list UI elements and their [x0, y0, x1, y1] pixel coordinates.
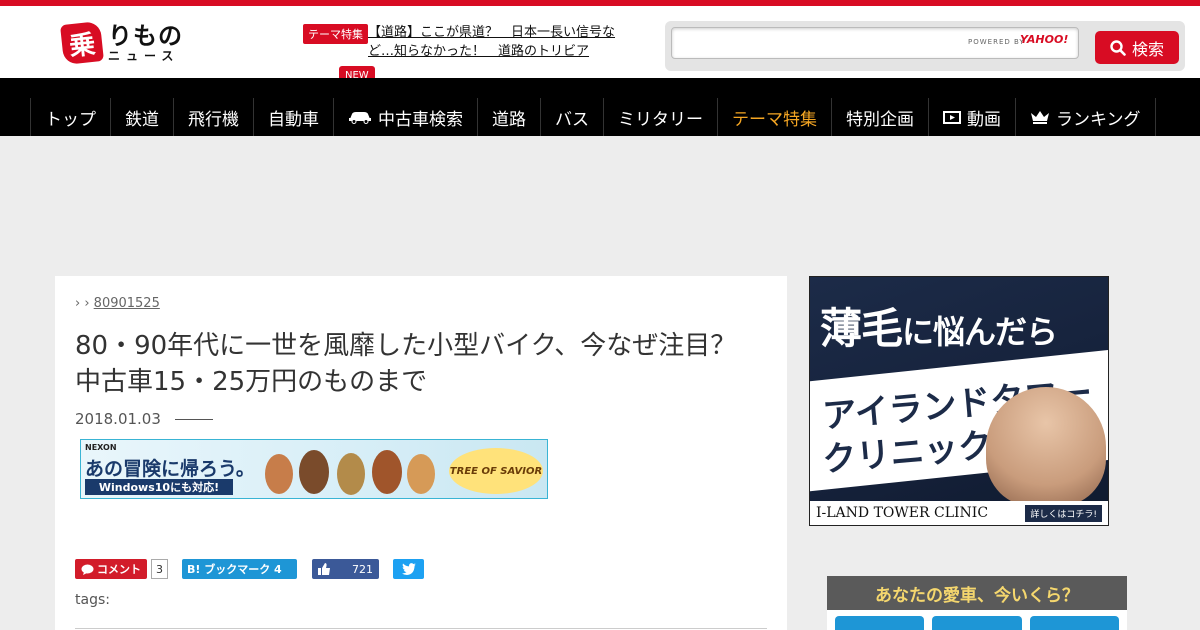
- nav-item-ranking[interactable]: ランキング: [1016, 98, 1156, 136]
- tags-row: tags:: [75, 592, 110, 608]
- nav-item-special[interactable]: 特別企画: [832, 98, 929, 136]
- car-appraisal-tile: [932, 616, 1022, 630]
- clinic-ad-headline: 薄毛に悩んだら: [820, 304, 1058, 353]
- car-appraisal-ad[interactable]: あなたの愛車、今いくら？: [827, 576, 1127, 630]
- breadcrumb-separator: › ›: [75, 296, 90, 311]
- banner-brand: NEXON: [85, 443, 117, 452]
- speech-bubble-icon: [81, 564, 94, 575]
- clinic-ad-name: I-LAND TOWER CLINIC: [816, 505, 989, 521]
- crown-icon: [1031, 111, 1049, 124]
- site-logo[interactable]: 乗 りもの ニュース: [60, 18, 183, 68]
- video-icon: [943, 111, 961, 124]
- search-icon: [1110, 39, 1126, 56]
- theme-badge: テーマ特集: [303, 24, 368, 44]
- divider: [75, 628, 767, 629]
- powered-by-label: POWERED BY: [968, 38, 1025, 46]
- banner-subtext: Windows10にも対応!: [85, 479, 233, 495]
- logo-line1: りもの: [108, 22, 183, 50]
- comment-count: 3: [151, 559, 168, 579]
- nav-item-used-car[interactable]: 中古車検索: [334, 98, 478, 136]
- search-area: POWERED BY YAHOO! 検索: [665, 21, 1185, 71]
- twitter-bird-icon: [401, 563, 416, 575]
- nav-item-military[interactable]: ミリタリー: [604, 98, 718, 136]
- nav-item-rail[interactable]: 鉄道: [111, 98, 174, 136]
- nav-item-bus[interactable]: バス: [541, 98, 604, 136]
- share-bar: コメント 3 B! ブックマーク 4 721: [75, 559, 424, 579]
- breadcrumb: › › 80901525: [75, 296, 160, 311]
- logo-line2: ニュース: [108, 49, 180, 63]
- main-nav: トップ 鉄道 飛行機 自動車 中古車検索 道路 バス ミリタリー テーマ特集 特…: [0, 78, 1200, 136]
- car-appraisal-tile: [1029, 616, 1119, 630]
- search-button-label: 検索: [1131, 41, 1164, 59]
- nav-item-theme[interactable]: テーマ特集: [718, 98, 832, 136]
- article-date: 2018.01.03: [75, 410, 213, 428]
- breadcrumb-current[interactable]: 80901525: [94, 296, 160, 311]
- clinic-ad-photo: [986, 387, 1106, 507]
- car-appraisal-headline: あなたの愛車、今いくら？: [827, 576, 1127, 610]
- clinic-ad[interactable]: 薄毛に悩んだら アイランドタワー クリニック I-LAND TOWER CLIN…: [809, 276, 1109, 526]
- logo-mark: 乗: [60, 21, 104, 65]
- site-header: 乗 りもの ニュース テーマ特集 【道路】ここが県道？ 日本一長い信号など…知ら…: [0, 6, 1200, 85]
- car-icon: [349, 112, 371, 124]
- clinic-ad-cta: 詳しくはコチラ!: [1025, 504, 1102, 522]
- nav-item-car[interactable]: 自動車: [254, 98, 334, 136]
- nav-item-road[interactable]: 道路: [478, 98, 541, 136]
- article-title: 80・90年代に一世を風靡した小型バイク、今なぜ注目？ 中古車15・25万円のも…: [75, 331, 763, 397]
- banner-slogan: あの冒険に帰ろう。: [85, 458, 255, 480]
- nav-item-video[interactable]: 動画: [929, 98, 1016, 136]
- yahoo-logo: YAHOO!: [1020, 33, 1069, 46]
- hatena-bookmark-button[interactable]: B! ブックマーク 4: [182, 559, 297, 579]
- game-ad-banner[interactable]: NEXON あの冒険に帰ろう。 Windows10にも対応! TREE OF S…: [80, 439, 548, 499]
- thumbs-up-icon: [318, 563, 330, 575]
- car-appraisal-tile: [835, 616, 925, 630]
- theme-feature-link[interactable]: 【道路】ここが県道？ 日本一長い信号など…知らなかった！ 道路のトリビア: [368, 23, 628, 61]
- banner-game-logo: TREE OF SAVIOR: [449, 448, 543, 494]
- banner-characters-image: [265, 450, 435, 495]
- nav-item-top[interactable]: トップ: [31, 98, 111, 136]
- twitter-button[interactable]: [393, 559, 424, 579]
- article-main: › › 80901525 80・90年代に一世を風靡した小型バイク、今なぜ注目？…: [55, 276, 787, 630]
- search-button[interactable]: 検索: [1095, 31, 1179, 64]
- nav-item-airplane[interactable]: 飛行機: [174, 98, 254, 136]
- facebook-like-button[interactable]: 721: [312, 559, 379, 579]
- comment-button[interactable]: コメント: [75, 559, 147, 579]
